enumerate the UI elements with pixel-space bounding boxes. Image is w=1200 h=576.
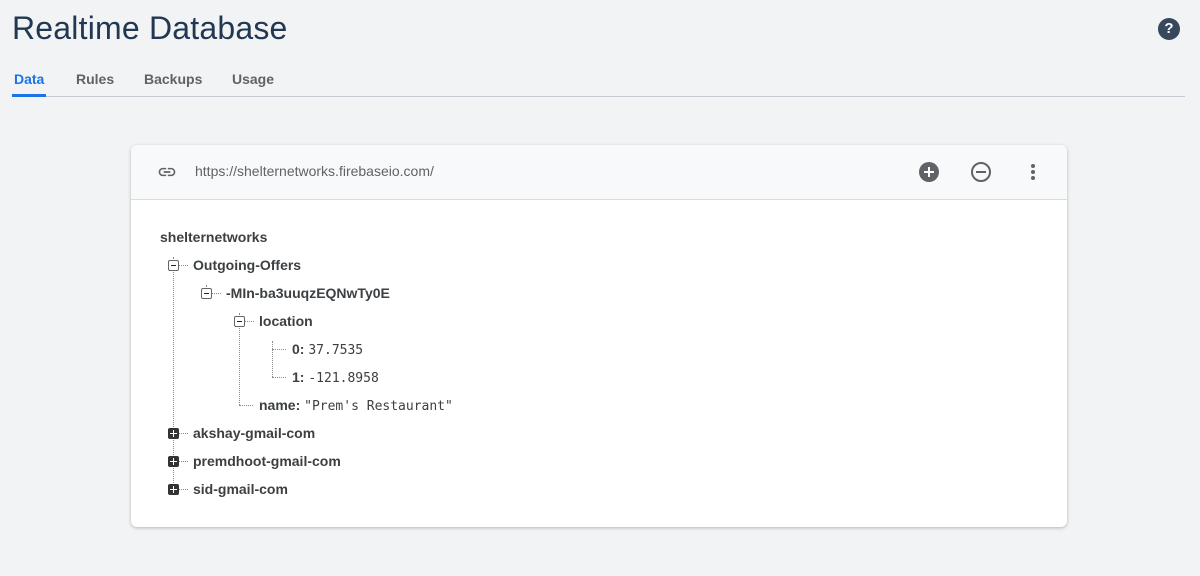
tree-node-akshay[interactable]: akshay-gmail-com (193, 424, 315, 442)
tree-leaf-location-0[interactable]: 0: 37.7535 (292, 340, 363, 360)
tree-node-outgoing-offers[interactable]: Outgoing-Offers (193, 256, 301, 274)
tree-leaf-value[interactable]: "Prem's Restaurant" (304, 399, 453, 414)
tree-leaf-name[interactable]: name: "Prem's Restaurant" (259, 396, 453, 416)
collapse-toggle[interactable] (234, 316, 245, 327)
collapse-toggle[interactable] (201, 288, 212, 299)
tree-connector (178, 433, 188, 434)
tree-leaf-key: 1: (292, 369, 305, 385)
tree-leaf-location-1[interactable]: 1: -121.8958 (292, 368, 379, 388)
tree-leaf-key: name: (259, 397, 301, 413)
tab-bar: Data Rules Backups Usage (12, 64, 1185, 97)
link-icon (158, 167, 176, 177)
tree-node-sid[interactable]: sid-gmail-com (193, 480, 288, 498)
tree-node-location[interactable]: location (259, 312, 313, 330)
tab-usage[interactable]: Usage (232, 71, 274, 87)
tree-root-key[interactable]: shelternetworks (160, 228, 267, 246)
expand-toggle[interactable] (168, 428, 179, 439)
expand-toggle[interactable] (168, 456, 179, 467)
collapse-toggle[interactable] (168, 260, 179, 271)
active-tab-indicator (12, 94, 46, 97)
more-vert-icon[interactable] (1021, 160, 1045, 184)
tab-data[interactable]: Data (14, 71, 44, 87)
tree-connector (244, 321, 254, 322)
tree-connector (173, 257, 174, 489)
remove-circle-icon[interactable] (969, 160, 993, 184)
tree-node-offer-id[interactable]: -MIn-ba3uuqzEQNwTy0E (226, 284, 390, 302)
tree-connector (178, 265, 188, 266)
expand-toggle[interactable] (168, 484, 179, 495)
tree-connector (178, 489, 188, 490)
add-circle-icon[interactable] (917, 160, 941, 184)
tree-leaf-key: 0: (292, 341, 305, 357)
tree-connector (239, 405, 253, 406)
tree-connector (272, 377, 286, 378)
tab-rules[interactable]: Rules (76, 71, 114, 87)
tree-node-premdhoot[interactable]: premdhoot-gmail-com (193, 452, 341, 470)
tree-connector (272, 349, 286, 350)
help-icon[interactable]: ? (1158, 18, 1180, 40)
tree-connector (272, 341, 273, 377)
page-title: Realtime Database (12, 10, 288, 46)
tree-connector (178, 461, 188, 462)
tab-backups[interactable]: Backups (144, 71, 202, 87)
tree-leaf-value[interactable]: 37.7535 (308, 343, 363, 358)
database-toolbar: https://shelternetworks.firebaseio.com/ (131, 145, 1067, 200)
tree-leaf-value[interactable]: -121.8958 (308, 371, 378, 386)
tree-connector (211, 293, 221, 294)
database-url[interactable]: https://shelternetworks.firebaseio.com/ (195, 163, 434, 179)
database-panel: https://shelternetworks.firebaseio.com/ … (131, 145, 1067, 527)
